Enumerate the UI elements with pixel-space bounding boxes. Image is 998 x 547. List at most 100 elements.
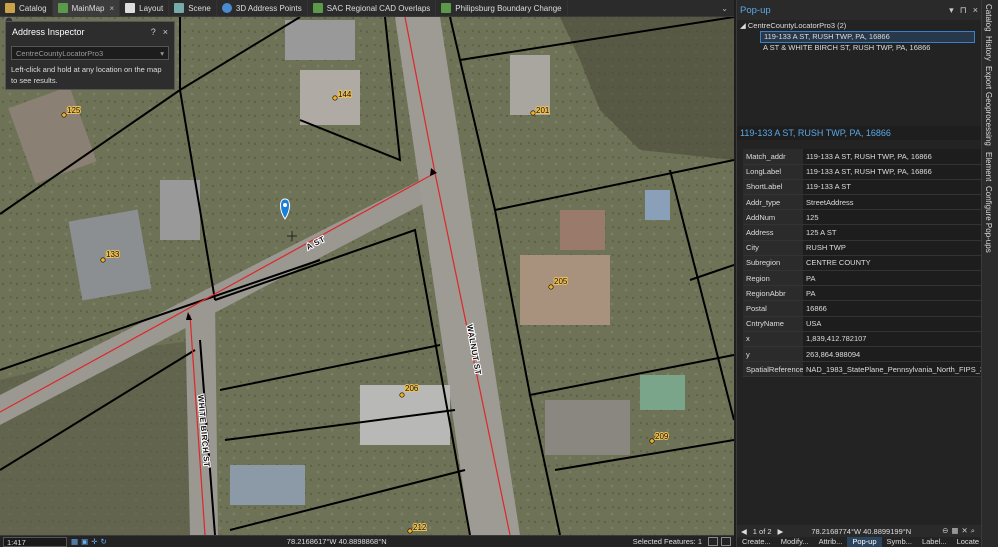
attribute-value: CENTRE COUNTY: [803, 255, 982, 272]
tab-label: SAC Regional CAD Overlaps: [326, 3, 431, 13]
address-point[interactable]: [407, 528, 413, 534]
house-roof: [360, 385, 450, 445]
address-point[interactable]: [61, 112, 67, 118]
address-point[interactable]: [530, 110, 536, 116]
attribute-value: 263,864.988094: [803, 346, 982, 363]
tab-3d-address-points[interactable]: 3D Address Points: [217, 0, 308, 17]
attribute-key: Subregion: [743, 255, 803, 272]
rail-tab-history[interactable]: History: [984, 36, 993, 61]
result-item[interactable]: A ST & WHITE BIRCH ST, RUSH TWP, PA, 168…: [760, 43, 978, 53]
result-item[interactable]: 119-133 A ST, RUSH TWP, PA, 16866: [760, 31, 975, 43]
tab-layout[interactable]: Layout: [120, 0, 170, 17]
address-point[interactable]: [548, 284, 554, 290]
popup-pane: Pop-up ▾ ⊓ × ◢ CentreCountyLocatorPro3 (…: [736, 0, 982, 547]
close-button[interactable]: ×: [163, 27, 168, 37]
map-tab-bar: Catalog MainMap × Layout Scene 3D Address…: [0, 0, 734, 17]
address-label: 212: [413, 523, 427, 532]
address-inspector-title: Address Inspector: [12, 27, 85, 37]
attribute-row: y 263,864.988094: [743, 346, 982, 363]
result-group[interactable]: ◢ CentreCountyLocatorPro3 (2): [740, 21, 978, 31]
help-button[interactable]: ?: [151, 27, 156, 37]
address-label: 205: [554, 277, 568, 286]
address-label: 201: [536, 106, 550, 115]
attribute-key: RegionAbbr: [743, 285, 803, 302]
attribute-key: y: [743, 346, 803, 363]
pane-tab[interactable]: Attrib...: [814, 537, 848, 547]
chevron-down-icon[interactable]: ⌄: [721, 4, 734, 13]
address-label: 209: [655, 432, 669, 441]
grid-icon[interactable]: ▦: [71, 537, 78, 546]
attribute-row: City RUSH TWP: [743, 240, 982, 256]
next-icon[interactable]: ▶: [778, 527, 784, 536]
pause-icon[interactable]: [708, 537, 718, 546]
rotate-icon[interactable]: ↻: [100, 537, 106, 546]
attribute-row: Postal 16866: [743, 300, 982, 317]
map-icon: [57, 3, 68, 13]
navigate-icon[interactable]: ✛: [91, 537, 97, 546]
house-roof: [160, 180, 200, 240]
layout-icon: [125, 3, 136, 13]
catalog-icon: [5, 3, 15, 13]
scene-icon: [174, 3, 185, 13]
pane-tab[interactable]: Pop-up: [847, 537, 882, 547]
pane-tab[interactable]: Locate: [952, 537, 985, 547]
rail-tab-catalog[interactable]: Catalog: [984, 4, 993, 32]
tab-label: 3D Address Points: [235, 3, 302, 13]
tab-mainmap[interactable]: MainMap ×: [52, 0, 121, 17]
house-roof: [545, 400, 630, 455]
address-inspector-header: Address Inspector ? ×: [6, 22, 174, 42]
fixed-zoom-icon[interactable]: ▣: [81, 537, 88, 546]
collapse-arrow-icon[interactable]: ◢: [740, 21, 746, 30]
tab-catalog[interactable]: Catalog: [0, 0, 53, 17]
tab-philipsburg-boundary-change[interactable]: Philipsburg Boundary Change: [436, 0, 568, 17]
house-roof: [645, 190, 670, 220]
pane-tab[interactable]: Modify...: [776, 537, 814, 547]
rail-tab-geoprocessing[interactable]: Geoprocessing: [984, 92, 993, 146]
scale-selector[interactable]: 1:417: [3, 536, 67, 547]
address-point[interactable]: [332, 95, 338, 101]
locator-select[interactable]: CentreCountyLocatorPro3 ▾: [11, 46, 169, 60]
previous-icon[interactable]: ◀: [741, 527, 747, 536]
address-point[interactable]: [100, 257, 106, 263]
pane-tab[interactable]: Label...: [917, 537, 952, 547]
close-icon[interactable]: ×: [109, 4, 114, 13]
pin-pane-icon[interactable]: ▾: [949, 5, 954, 16]
attribute-value: 119-133 A ST, RUSH TWP, PA, 16866: [803, 164, 982, 180]
rail-tab-configure-popups[interactable]: Configure Pop-ups: [984, 186, 993, 253]
map-view[interactable]: A ST WALNUT ST WHITE BIRCH ST 125 144 20…: [0, 17, 734, 535]
tab-sac-regional-cad-overlaps[interactable]: SAC Regional CAD Overlaps: [308, 0, 437, 17]
autohide-icon[interactable]: ⊓: [960, 5, 967, 16]
attribute-value: 125: [803, 209, 982, 226]
attribute-row: Subregion CENTRE COUNTY: [743, 255, 982, 272]
attribute-key: Address: [743, 224, 803, 241]
attribute-value: PA: [803, 270, 982, 287]
feature-title: 119-133 A ST, RUSH TWP, PA, 16866: [737, 126, 982, 140]
attribute-value: 16866: [803, 300, 982, 317]
attribute-value: StreetAddress: [803, 194, 982, 211]
selected-features-count[interactable]: Selected Features: 1: [633, 537, 702, 546]
pane-bottom-tabs: Create... Modify... Attrib... Pop-up Symb...…: [737, 537, 982, 547]
refresh-icon[interactable]: [721, 537, 731, 546]
pane-tab[interactable]: Symb...: [882, 537, 917, 547]
rail-tab-export[interactable]: Export: [984, 66, 993, 89]
page-indicator: 1 of 2: [752, 526, 772, 536]
tab-label: Catalog: [19, 3, 47, 13]
attribute-key: LongLabel: [743, 164, 803, 180]
address-point[interactable]: [649, 438, 655, 444]
attribute-table: Match_addr 119-133 A ST, RUSH TWP, PA, 16…: [743, 149, 982, 378]
dropdown-arrow-icon: ▾: [160, 48, 164, 58]
pane-tab[interactable]: Create...: [737, 537, 776, 547]
attribute-key: Match_addr: [743, 149, 803, 165]
locator-value: CentreCountyLocatorPro3: [16, 48, 104, 58]
address-label: 125: [67, 106, 81, 115]
map-tools: ▦ ▣ ✛ ↻: [71, 537, 107, 546]
address-point[interactable]: [399, 392, 405, 398]
attribute-key: City: [743, 240, 803, 256]
rail-tab-element[interactable]: Element: [984, 152, 993, 181]
address-inspector-panel: Address Inspector ? × CentreCountyLocato…: [5, 21, 175, 90]
close-pane-icon[interactable]: ×: [973, 5, 978, 15]
tab-scene[interactable]: Scene: [169, 0, 217, 17]
house-roof: [230, 465, 305, 505]
map-canvas[interactable]: A ST WALNUT ST WHITE BIRCH ST 125 144 20…: [0, 17, 734, 535]
popup-tools-icon[interactable]: ⊖▦✕⌕: [942, 526, 978, 536]
